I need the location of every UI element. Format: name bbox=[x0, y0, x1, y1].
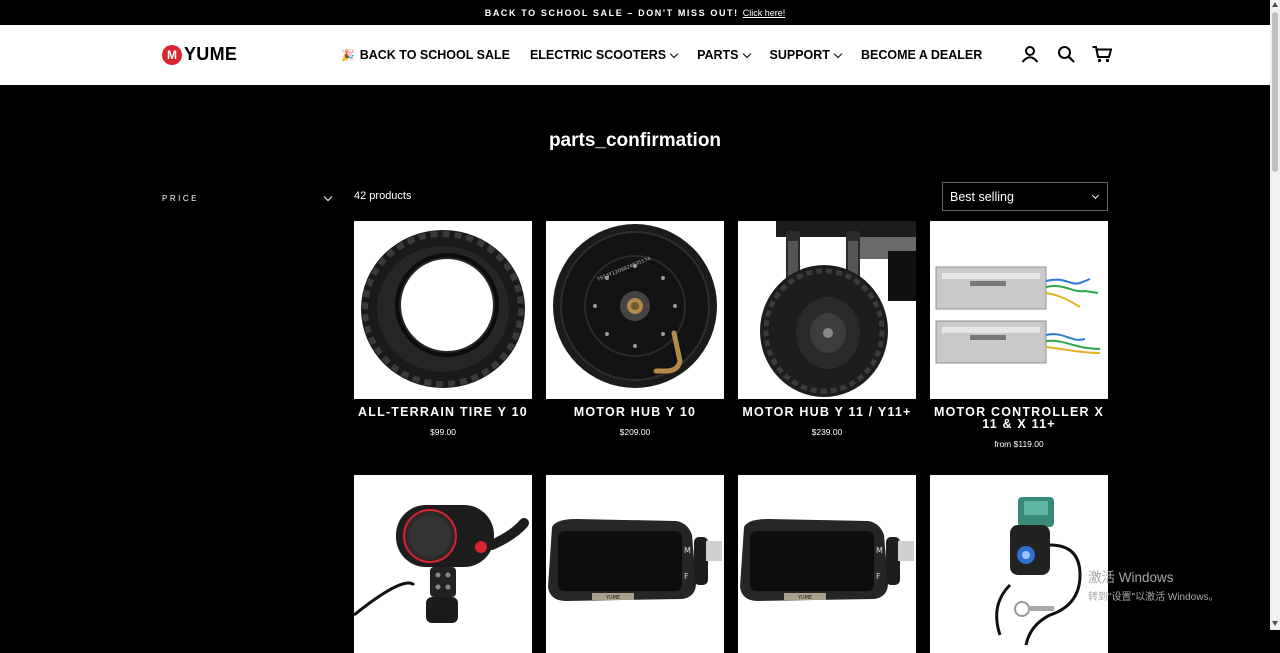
product-price: $209.00 bbox=[619, 427, 651, 437]
filter-label: PRICE bbox=[162, 193, 199, 203]
display-key-f-label: F bbox=[684, 572, 689, 581]
nav-label: BACK TO SCHOOL SALE bbox=[359, 48, 510, 62]
product-title[interactable]: ALL-TERRAIN TIRE Y 10 bbox=[354, 406, 532, 419]
product-card[interactable]: YUME M F bbox=[738, 475, 916, 653]
page-title: parts_confirmation bbox=[548, 130, 722, 151]
product-card[interactable]: MOTOR CONTROLLER X 11 & X 11+ from $119.… bbox=[930, 221, 1108, 449]
display-brand-label: YUME bbox=[797, 595, 812, 601]
watermark-line1: 激活 Windows bbox=[1088, 570, 1174, 585]
product-image-motor-hub[interactable]: Y6S4Y1209824035574 bbox=[546, 221, 724, 399]
nav-become-a-dealer[interactable]: BECOME A DEALER bbox=[861, 48, 982, 62]
windows-activation-watermark: 激活 Windows 转到"设置"以激活 Windows。 bbox=[1088, 566, 1218, 603]
product-card[interactable]: YUME M F bbox=[546, 475, 724, 653]
chevron-down-icon bbox=[1091, 191, 1100, 199]
product-card[interactable]: ALL-TERRAIN TIRE Y 10 $99.00 bbox=[354, 221, 532, 437]
nav-electric-scooters[interactable]: ELECTRIC SCOOTERS bbox=[529, 48, 679, 62]
brand-logo[interactable]: M YUME bbox=[162, 44, 237, 65]
watermark-line2: 转到"设置"以激活 Windows。 bbox=[1088, 592, 1219, 603]
cart-icon[interactable] bbox=[1092, 44, 1112, 64]
nav-back-to-school-sale[interactable]: 🎉 BACK TO SCHOOL SALE bbox=[341, 48, 510, 62]
product-card[interactable] bbox=[354, 475, 532, 653]
chevron-down-icon bbox=[323, 192, 333, 201]
sort-select[interactable]: Best selling bbox=[942, 182, 1108, 211]
product-card[interactable]: MOTOR HUB Y 11 / Y11+ $239.00 bbox=[738, 221, 916, 437]
product-title[interactable]: MOTOR CONTROLLER X 11 & X 11+ bbox=[930, 406, 1108, 431]
nav-support[interactable]: SUPPORT bbox=[769, 48, 843, 62]
display-key-f-label: F bbox=[876, 572, 881, 581]
product-image-tire[interactable] bbox=[354, 221, 532, 399]
product-image-lcd-display[interactable]: YUME M F bbox=[738, 475, 916, 653]
announcement-link[interactable]: Click here! bbox=[743, 8, 786, 18]
display-key-m-label: M bbox=[684, 546, 691, 555]
page-scrollbar[interactable] bbox=[1270, 0, 1280, 630]
nav-label: PARTS bbox=[697, 48, 739, 62]
announcement-bar: BACK TO SCHOOL SALE – DON'T MISS OUT! Cl… bbox=[0, 0, 1270, 25]
scroll-thumb[interactable] bbox=[1272, 12, 1278, 172]
display-brand-label: YUME bbox=[605, 595, 620, 601]
scroll-up-arrow-icon[interactable] bbox=[1272, 2, 1278, 7]
product-price: from $119.00 bbox=[994, 439, 1044, 449]
display-key-m-label: M bbox=[876, 546, 883, 555]
chevron-down-icon bbox=[742, 49, 751, 58]
nav-parts[interactable]: PARTS bbox=[697, 48, 751, 62]
sort-selected: Best selling bbox=[950, 189, 1014, 204]
product-count: 42 products bbox=[354, 190, 412, 202]
main-nav: 🎉 BACK TO SCHOOL SALE ELECTRIC SCOOTERS … bbox=[341, 25, 982, 85]
scroll-down-arrow-icon[interactable] bbox=[1272, 621, 1278, 626]
announcement-text: BACK TO SCHOOL SALE – DON'T MISS OUT! bbox=[484, 7, 739, 18]
logo-text: YUME bbox=[184, 44, 238, 64]
product-card[interactable] bbox=[930, 475, 1108, 653]
nav-label: BECOME A DEALER bbox=[860, 48, 983, 62]
product-image-wheel-assembly[interactable] bbox=[738, 221, 916, 399]
header-icons bbox=[1020, 44, 1112, 64]
product-image-key-switch[interactable] bbox=[930, 475, 1108, 653]
chevron-down-icon bbox=[669, 49, 679, 58]
chevron-down-icon bbox=[833, 49, 843, 58]
product-price: $99.00 bbox=[430, 427, 456, 437]
party-popper-icon: 🎉 bbox=[341, 49, 355, 62]
product-title[interactable]: MOTOR HUB Y 11 / Y11+ bbox=[738, 406, 916, 419]
price-filter[interactable]: PRICE bbox=[162, 191, 334, 205]
logo-mark: M bbox=[162, 44, 182, 65]
site-header: M YUME 🎉 BACK TO SCHOOL SALE ELECTRIC SC… bbox=[0, 25, 1270, 85]
account-icon[interactable] bbox=[1020, 44, 1040, 64]
product-image-throttle-display[interactable] bbox=[354, 475, 532, 653]
product-image-lcd-display[interactable]: YUME M F bbox=[546, 475, 724, 653]
product-image-controller[interactable] bbox=[930, 221, 1108, 399]
search-icon[interactable] bbox=[1056, 44, 1076, 64]
nav-label: ELECTRIC SCOOTERS bbox=[529, 48, 667, 62]
product-price: $239.00 bbox=[811, 427, 843, 437]
nav-label: SUPPORT bbox=[769, 48, 830, 62]
product-title[interactable]: MOTOR HUB Y 10 bbox=[546, 406, 724, 419]
product-card[interactable]: Y6S4Y1209824035574 MOTOR HUB Y 10 $209.0… bbox=[546, 221, 724, 437]
